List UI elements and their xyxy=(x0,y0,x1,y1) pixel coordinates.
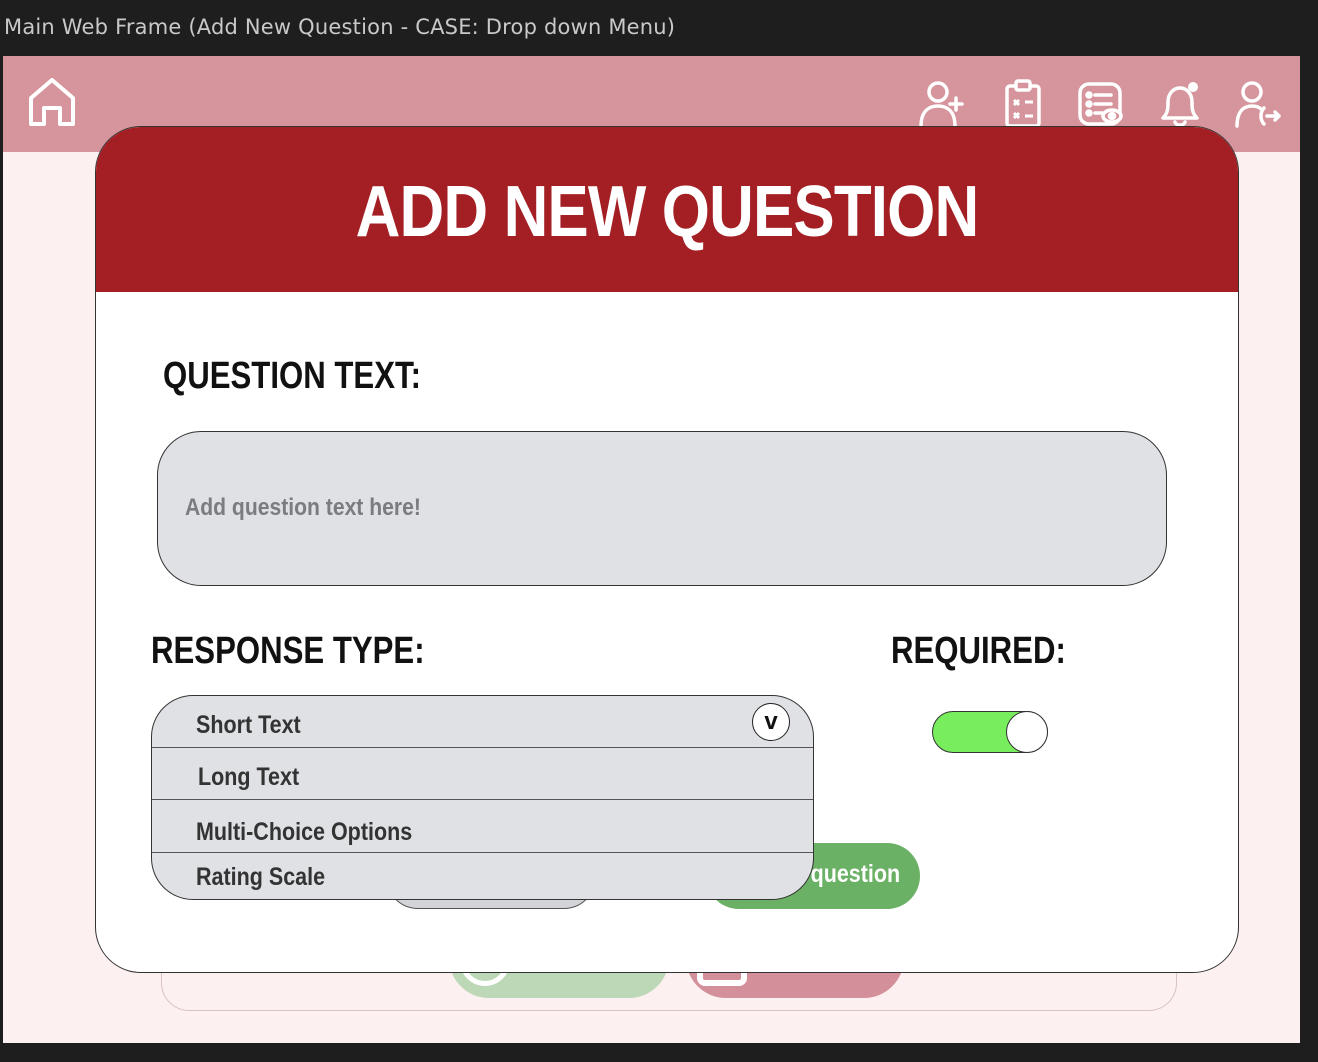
question-text-input[interactable]: Add question text here! xyxy=(157,431,1167,586)
toggle-knob xyxy=(1006,711,1048,753)
view-form-icon[interactable] xyxy=(1076,78,1126,130)
dropdown-option-label: Multi-Choice Options xyxy=(196,818,413,846)
add-user-icon[interactable] xyxy=(918,78,968,130)
question-text-label: QUESTION TEXT: xyxy=(163,355,421,397)
add-question-button-label: question xyxy=(810,860,900,888)
dropdown-option-label: Long Text xyxy=(198,763,300,791)
dropdown-option-label: Rating Scale xyxy=(196,863,326,891)
dropdown-option-label: Short Text xyxy=(196,711,301,739)
add-question-modal: ADD NEW QUESTION QUESTION TEXT: Add ques… xyxy=(95,126,1239,973)
response-type-label: RESPONSE TYPE: xyxy=(151,630,425,672)
modal-title: ADD NEW QUESTION xyxy=(355,172,980,252)
checklist-icon[interactable] xyxy=(998,78,1048,130)
response-type-dropdown[interactable]: Short Text v Long Text Multi-Choice Opti… xyxy=(151,695,814,900)
dropdown-option-rating-scale[interactable]: Rating Scale xyxy=(152,853,813,899)
window-title: Main Web Frame (Add New Question - CASE:… xyxy=(4,15,676,39)
dropdown-option-multi-choice[interactable]: Multi-Choice Options xyxy=(152,800,813,853)
modal-header: ADD NEW QUESTION xyxy=(96,127,1238,292)
question-text-placeholder: Add question text here! xyxy=(185,494,421,521)
dropdown-option-short-text[interactable]: Short Text v xyxy=(152,696,813,748)
dropdown-option-long-text[interactable]: Long Text xyxy=(152,748,813,800)
notification-bell-icon[interactable] xyxy=(1155,78,1205,130)
required-toggle[interactable] xyxy=(932,711,1048,753)
chevron-down-icon[interactable]: v xyxy=(752,703,790,741)
home-icon[interactable] xyxy=(27,76,77,128)
logout-user-icon[interactable] xyxy=(1234,78,1284,130)
required-label: REQUIRED: xyxy=(891,630,1066,672)
